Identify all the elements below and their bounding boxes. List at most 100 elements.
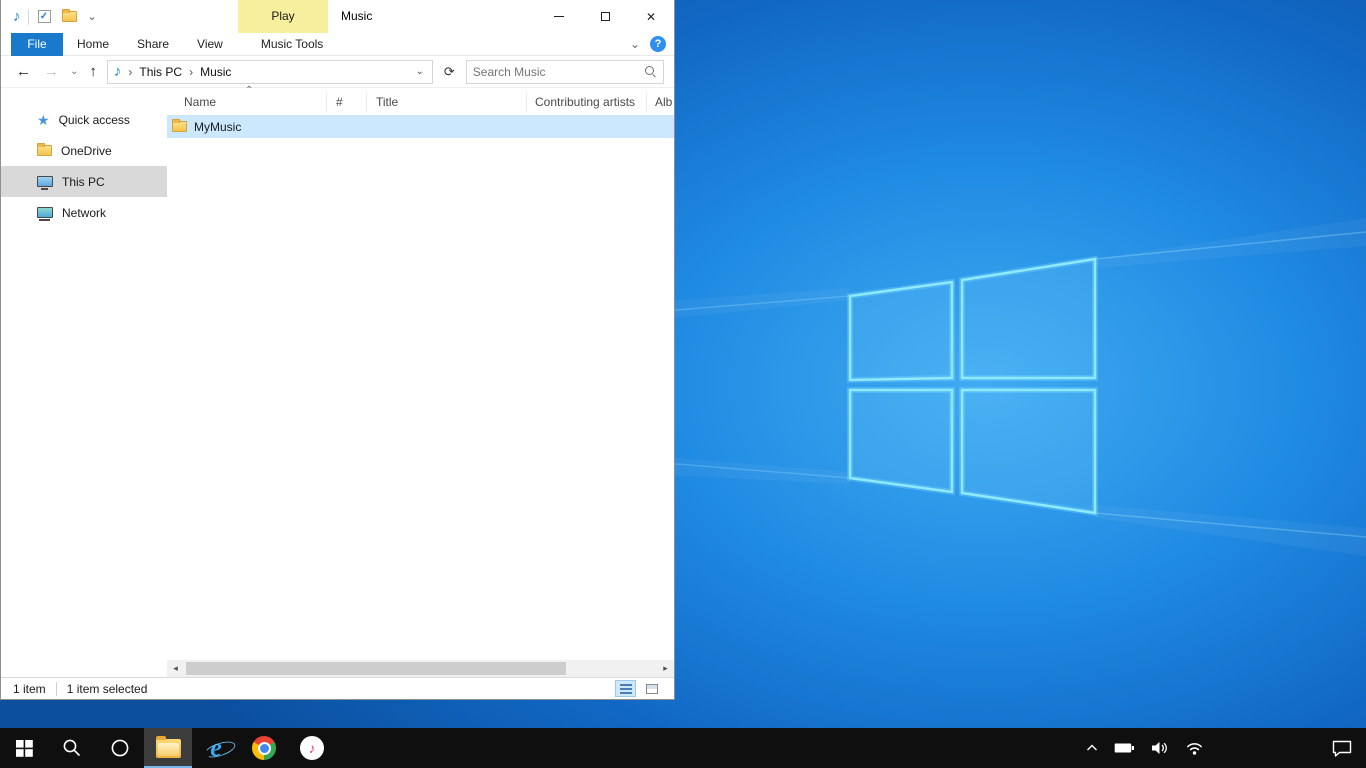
- navigation-pane: ★ Quick access OneDrive This PC Network: [1, 88, 167, 677]
- back-button[interactable]: ←: [13, 63, 34, 80]
- scroll-right-icon[interactable]: ▸: [657, 660, 674, 677]
- qat-new-folder-button[interactable]: [60, 6, 79, 28]
- column-header-row: ⌃ Name # Title Contributing artists Alb: [167, 88, 674, 115]
- details-view-button[interactable]: [615, 680, 636, 697]
- search-input[interactable]: [473, 65, 644, 79]
- search-icon[interactable]: [644, 65, 657, 78]
- search-box: [466, 60, 664, 84]
- sidebar-item-onedrive[interactable]: OneDrive: [1, 135, 167, 166]
- ribbon-collapse-button[interactable]: ⌄: [630, 37, 640, 51]
- main-area: ★ Quick access OneDrive This PC Network …: [1, 88, 674, 677]
- sidebar-item-label: OneDrive: [61, 144, 112, 158]
- sidebar-item-label: This PC: [62, 175, 105, 189]
- speaker-icon: [1151, 741, 1169, 755]
- tray-expand-button[interactable]: [1086, 744, 1098, 752]
- scroll-left-icon[interactable]: ◂: [167, 660, 184, 677]
- large-icons-view-button[interactable]: [641, 680, 662, 697]
- action-center-icon: [1332, 740, 1352, 757]
- column-header-contributing-artists[interactable]: Contributing artists: [527, 93, 647, 111]
- action-center-button[interactable]: [1332, 740, 1352, 757]
- file-explorer-icon: [156, 739, 181, 758]
- refresh-button[interactable]: ⟳: [440, 64, 459, 80]
- up-button[interactable]: ↑: [86, 63, 100, 80]
- taskbar-file-explorer-button[interactable]: [144, 728, 192, 768]
- forward-button[interactable]: →: [41, 63, 62, 80]
- help-button[interactable]: ?: [650, 36, 666, 52]
- status-bar: 1 item 1 item selected: [1, 677, 674, 699]
- itunes-icon: ♪: [300, 736, 324, 760]
- wifi-icon: [1185, 741, 1204, 755]
- details-view-icon: [620, 684, 632, 694]
- tab-music-tools[interactable]: Music Tools: [247, 33, 337, 56]
- taskbar-internet-explorer-button[interactable]: e: [192, 728, 240, 768]
- column-header-number[interactable]: #: [327, 93, 367, 111]
- internet-explorer-icon: e: [210, 735, 222, 761]
- status-divider: [56, 682, 57, 696]
- files-pane: ⌃ Name # Title Contributing artists Alb …: [167, 88, 674, 677]
- cortana-icon: [110, 738, 130, 758]
- battery-button[interactable]: [1114, 742, 1135, 754]
- location-music-icon: ♪: [114, 63, 122, 80]
- computer-icon: [37, 176, 53, 187]
- contextual-tab-play[interactable]: Play: [238, 0, 328, 33]
- selected-count: 1 item selected: [67, 682, 148, 696]
- breadcrumb-chevron-icon[interactable]: ›: [187, 65, 195, 79]
- ribbon-tab-bar: File Home Share View Music Tools ⌄ ?: [1, 33, 674, 56]
- qat-customize-button[interactable]: ⌄: [86, 6, 99, 28]
- column-header-title[interactable]: Title: [367, 93, 527, 111]
- star-icon: ★: [37, 113, 50, 127]
- breadcrumb-chevron-icon[interactable]: ›: [126, 65, 134, 79]
- column-header-album[interactable]: Alb: [647, 93, 674, 111]
- maximize-button[interactable]: [582, 0, 628, 33]
- folder-icon: [172, 121, 187, 132]
- sidebar-item-network[interactable]: Network: [1, 197, 167, 228]
- taskbar-itunes-button[interactable]: ♪: [288, 728, 336, 768]
- minimize-button[interactable]: [536, 0, 582, 33]
- file-list: MyMusic: [167, 115, 674, 660]
- system-tray: [1086, 728, 1366, 768]
- sidebar-item-quick-access[interactable]: ★ Quick access: [1, 104, 167, 135]
- cortana-button[interactable]: [96, 728, 144, 768]
- windows-start-icon: [16, 740, 33, 757]
- tab-view[interactable]: View: [183, 33, 237, 56]
- sidebar-item-label: Quick access: [59, 113, 130, 127]
- tab-share[interactable]: Share: [123, 33, 183, 56]
- file-row[interactable]: MyMusic: [167, 115, 674, 138]
- horizontal-scrollbar[interactable]: ◂ ▸: [167, 660, 674, 677]
- network-wifi-button[interactable]: [1185, 741, 1204, 755]
- scrollbar-thumb[interactable]: [186, 662, 566, 675]
- close-button[interactable]: ✕: [628, 0, 674, 33]
- address-bar-row: ← → ⌄ ↑ ♪ › This PC › Music ⌄ ⟳: [1, 56, 674, 88]
- music-note-icon: ♪: [13, 8, 21, 25]
- music-note-icon: ♪: [309, 740, 316, 756]
- tab-file[interactable]: File: [11, 33, 63, 56]
- view-toggle-buttons: [615, 680, 664, 697]
- qat-separator: [28, 9, 29, 25]
- titlebar: ♪ ✓ ⌄ Play Music ✕: [1, 0, 674, 33]
- address-box[interactable]: ♪ › This PC › Music ⌄: [107, 60, 433, 84]
- qat-properties-button[interactable]: ✓: [36, 6, 53, 28]
- item-count: 1 item: [13, 682, 46, 696]
- search-icon: [62, 738, 82, 758]
- breadcrumb-this-pc[interactable]: This PC: [139, 65, 182, 79]
- address-dropdown-button[interactable]: ⌄: [410, 66, 430, 77]
- close-icon: ✕: [646, 10, 656, 24]
- history-dropdown-button[interactable]: ⌄: [69, 66, 79, 77]
- explorer-window: ♪ ✓ ⌄ Play Music ✕ File Home Share View …: [0, 0, 675, 700]
- taskbar-chrome-button[interactable]: [240, 728, 288, 768]
- taskbar-search-button[interactable]: [48, 728, 96, 768]
- maximize-icon: [601, 12, 610, 21]
- tab-home[interactable]: Home: [63, 33, 123, 56]
- start-button[interactable]: [0, 728, 48, 768]
- check-icon: ✓: [38, 10, 51, 23]
- file-name: MyMusic: [194, 120, 241, 134]
- window-title: Music: [341, 0, 372, 33]
- chevron-down-icon: ⌄: [88, 10, 97, 23]
- ribbon-right-controls: ⌄ ?: [630, 36, 666, 52]
- quick-access-toolbar: ♪ ✓ ⌄: [13, 0, 99, 33]
- network-icon: [37, 207, 53, 218]
- chrome-icon: [252, 736, 276, 760]
- sidebar-item-this-pc[interactable]: This PC: [1, 166, 167, 197]
- volume-button[interactable]: [1151, 741, 1169, 755]
- breadcrumb-music[interactable]: Music: [200, 65, 231, 79]
